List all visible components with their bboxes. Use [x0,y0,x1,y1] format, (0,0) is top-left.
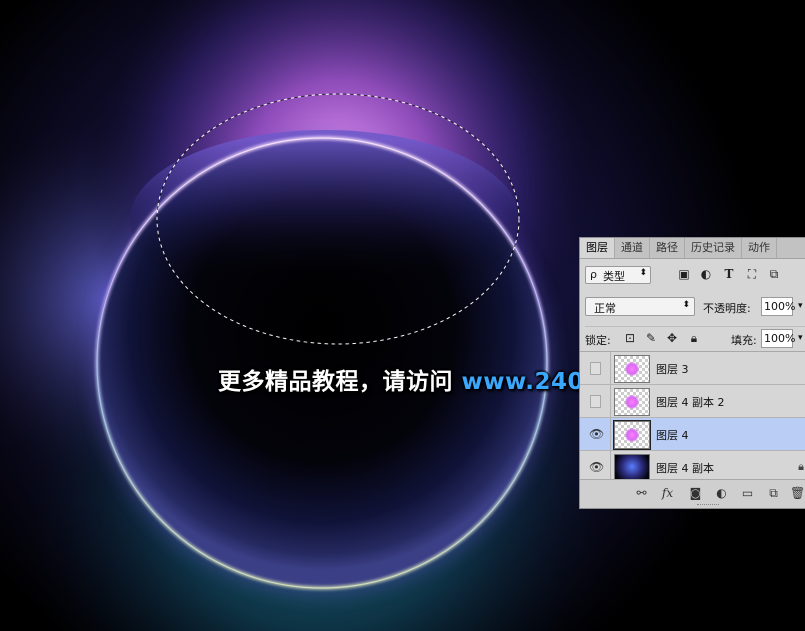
tab-channels[interactable]: 通道 [615,238,650,258]
filter-row: ρ 类型 ⬍ ▣ ◐ T ⛶ ⧉ [585,265,805,287]
layer-name: 图层 4 副本 [656,462,714,475]
visibility-toggle[interactable]: 👁︎ [580,418,611,450]
layer-row[interactable]: 图层 4 副本 2 [580,385,805,418]
fx-icon[interactable]: fx [660,486,675,501]
eye-icon: 👁︎ [589,460,605,474]
layer-thumbnail [614,355,650,383]
visibility-toggle[interactable] [580,352,611,384]
layer-name: 图层 3 [656,363,689,376]
hidden-visibility-icon [590,395,601,408]
tab-actions[interactable]: 动作 [742,238,777,258]
hidden-visibility-icon [590,362,601,375]
lock-icon: 🔒︎ [798,460,804,473]
fill-field[interactable]: 100% [761,329,795,348]
tab-paths[interactable]: 路径 [650,238,685,258]
folder-icon[interactable]: ▭ [740,486,755,501]
panel-tabs: 图层 通道 路径 历史记录 动作 [580,238,805,259]
search-icon: ρ [590,268,597,281]
visibility-toggle[interactable] [580,385,611,417]
chevron-updown-icon: ⬍ [639,268,647,278]
opacity-field[interactable]: 100% [761,297,795,316]
chevron-down-icon[interactable]: ▾ [798,301,803,311]
fill-label: 填充: [731,334,757,347]
lock-position-icon[interactable]: ✥ [665,331,679,345]
opacity-label: 不透明度: [703,302,751,315]
lock-image-icon[interactable]: ✎ [644,331,658,345]
layer-thumbnail [614,388,650,416]
filter-kind-label: 类型 [603,270,625,283]
layer-row[interactable]: 图层 3 [580,352,805,385]
eye-icon: 👁︎ [589,427,605,441]
layers-panel: 图层 通道 路径 历史记录 动作 ρ 类型 ⬍ ▣ ◐ T ⛶ ⧉ 正常 ⬍ 不… [579,237,805,509]
tab-layers[interactable]: 图层 [580,238,615,258]
blend-mode-label: 正常 [594,302,616,315]
layer-list: 图层 3 图层 4 副本 2 👁︎ 图层 4 👁︎ 图层 4 副本 🔒︎ [580,351,805,484]
lock-label: 锁定: [585,334,611,347]
watermark-chinese: 更多精品教程，请访问 [218,369,453,395]
link-icon[interactable]: ⚯ [634,486,649,501]
chevron-updown-icon: ⬍ [682,300,690,310]
blend-mode-select[interactable]: 正常 ⬍ [585,297,695,316]
lock-all-icon[interactable]: 🔒︎ [687,331,701,345]
layer-name: 图层 4 [656,429,689,442]
blend-row: 正常 ⬍ 不透明度: 100% ▾ [585,295,805,317]
mask-icon[interactable]: ◙ [688,486,703,501]
lock-row: 锁定: ⊡ ✎ ✥ 🔒︎ 填充: 100% ▾ [585,326,805,349]
chevron-down-icon[interactable]: ▾ [798,333,803,343]
layer-row-selected[interactable]: 👁︎ 图层 4 [580,418,805,451]
resize-grip[interactable] [697,504,719,507]
layer-name: 图层 4 副本 2 [656,396,725,409]
image-filter-icon[interactable]: ▣ [677,267,691,281]
adjustment-filter-icon[interactable]: ◐ [699,267,713,281]
filter-kind-select[interactable]: ρ 类型 ⬍ [585,266,651,284]
tab-history[interactable]: 历史记录 [685,238,742,258]
smart-object-filter-icon[interactable]: ⧉ [767,267,781,281]
adjustment-icon[interactable]: ◐ [714,486,729,501]
new-layer-icon[interactable]: ⧉ [766,486,781,501]
panel-bottom-bar: ⚯ fx ◙ ◐ ▭ ⧉ 🗑︎ [580,479,805,508]
trash-icon[interactable]: 🗑︎ [790,486,805,501]
type-filter-icon[interactable]: T [722,267,736,281]
lock-transparent-icon[interactable]: ⊡ [623,331,637,345]
layer-thumbnail [614,454,650,482]
shape-filter-icon[interactable]: ⛶ [745,267,759,281]
layer-thumbnail [613,420,651,450]
